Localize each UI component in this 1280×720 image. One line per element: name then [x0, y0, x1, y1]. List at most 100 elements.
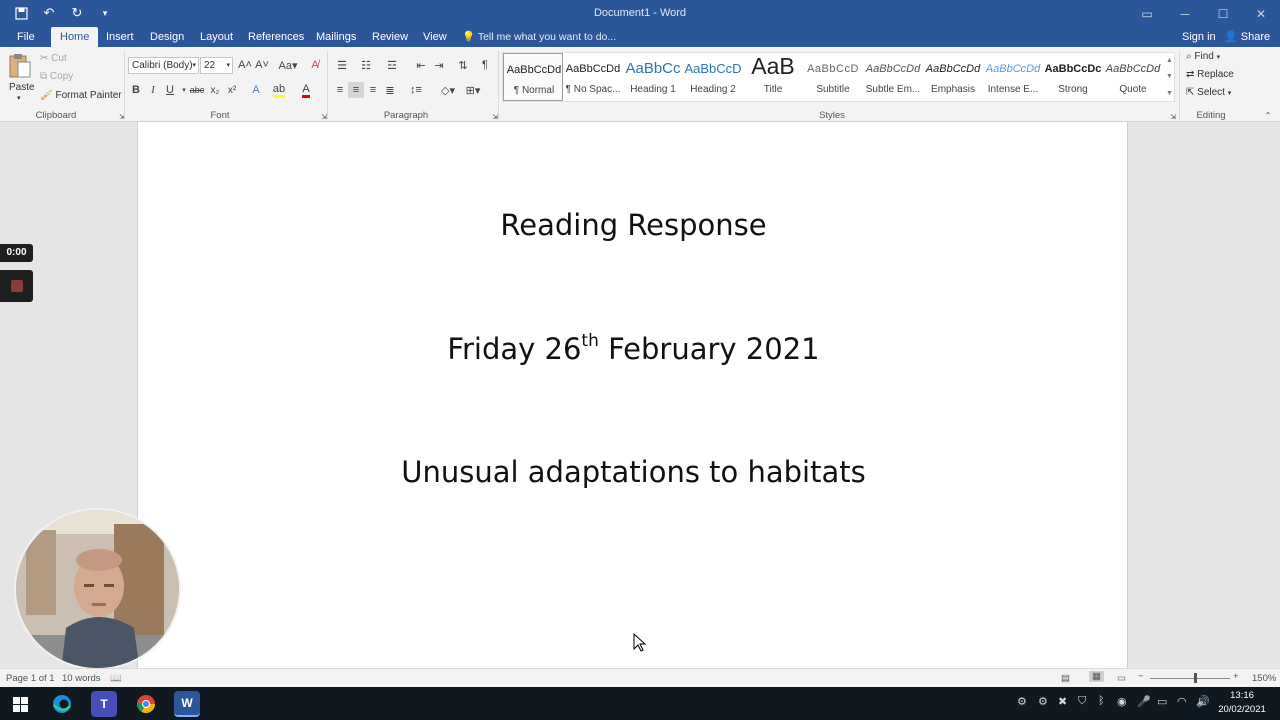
- style-quote[interactable]: AaBbCcDd Quote: [1103, 53, 1163, 101]
- style-subtitle[interactable]: AaBbCcD Subtitle: [803, 53, 863, 101]
- text-effects-icon[interactable]: A: [248, 82, 264, 98]
- bullets-icon[interactable]: ☰: [332, 57, 352, 73]
- tab-review[interactable]: Review: [363, 27, 417, 47]
- tab-design[interactable]: Design: [141, 27, 193, 47]
- sign-in-link[interactable]: Sign in: [1182, 27, 1216, 47]
- heading-reading-response[interactable]: Reading Response: [138, 208, 1129, 242]
- sort-icon[interactable]: ⇅: [455, 57, 471, 73]
- battery-icon[interactable]: ▭: [1157, 695, 1167, 708]
- zoom-level[interactable]: 150%: [1252, 673, 1276, 684]
- decrease-indent-icon[interactable]: ⇤: [413, 57, 429, 73]
- tab-insert[interactable]: Insert: [97, 27, 143, 47]
- superscript-icon[interactable]: x²: [224, 82, 240, 98]
- bluetooth-icon[interactable]: ᛒ: [1098, 695, 1105, 707]
- defender-tray-icon[interactable]: ⛉: [1078, 695, 1086, 708]
- select-button[interactable]: ⇱ Select ▾: [1186, 87, 1231, 98]
- align-right-icon[interactable]: ≡: [365, 82, 381, 98]
- align-left-icon[interactable]: ≡: [332, 82, 348, 98]
- teams-icon[interactable]: T: [91, 691, 117, 717]
- volume-icon[interactable]: 🔊: [1196, 695, 1210, 708]
- style-title[interactable]: AaB Title: [743, 53, 803, 101]
- tell-me-search[interactable]: 💡 Tell me what you want to do...: [462, 27, 616, 47]
- chevron-down-icon[interactable]: ▼: [1166, 73, 1173, 80]
- highlight-icon[interactable]: ab: [271, 82, 287, 98]
- style-normal[interactable]: AaBbCcDd ¶ Normal: [503, 53, 563, 101]
- wifi-icon[interactable]: ◠: [1177, 695, 1187, 708]
- app-tray-icon[interactable]: ✖: [1058, 695, 1067, 708]
- multilevel-list-icon[interactable]: ☲: [382, 57, 402, 73]
- chrome-icon[interactable]: [133, 691, 159, 717]
- zoom-slider[interactable]: [1150, 678, 1230, 679]
- page-count[interactable]: Page 1 of 1: [6, 673, 55, 684]
- tab-mailings[interactable]: Mailings: [307, 27, 365, 47]
- ribbon-display-icon[interactable]: ▭: [1128, 0, 1166, 27]
- style-no-spacing[interactable]: AaBbCcDd ¶ No Spac...: [563, 53, 623, 101]
- tab-references[interactable]: References: [239, 27, 313, 47]
- document-page[interactable]: Reading Response Friday 26th February 20…: [137, 122, 1128, 668]
- font-color-icon[interactable]: A: [298, 82, 314, 98]
- share-button[interactable]: 👤 Share: [1224, 27, 1270, 47]
- print-layout-icon[interactable]: ▦: [1089, 671, 1104, 682]
- stop-recording-button[interactable]: [0, 270, 33, 302]
- cut-button[interactable]: ✂ Cut: [40, 53, 67, 64]
- style-subtle-emphasis[interactable]: AaBbCcDd Subtle Em...: [863, 53, 923, 101]
- clear-formatting-icon[interactable]: A̸: [307, 57, 323, 73]
- justify-icon[interactable]: ≣: [382, 82, 398, 98]
- tab-view[interactable]: View: [414, 27, 456, 47]
- copy-button[interactable]: ⧉ Copy: [40, 71, 73, 82]
- zoom-out-button[interactable]: −: [1138, 671, 1144, 682]
- minimize-button[interactable]: ─: [1166, 0, 1204, 27]
- style-emphasis[interactable]: AaBbCcDd Emphasis: [923, 53, 983, 101]
- teams-tray-icon[interactable]: ⚙: [1038, 695, 1048, 708]
- topic-line[interactable]: Unusual adaptations to habitats: [138, 455, 1129, 489]
- search-icon: ⌕: [1186, 51, 1192, 62]
- microphone-icon[interactable]: 🎤: [1137, 695, 1151, 708]
- zoom-in-button[interactable]: +: [1233, 671, 1239, 682]
- system-clock[interactable]: 13:16 20/02/2021: [1212, 689, 1272, 717]
- shrink-font-icon[interactable]: A˅: [254, 57, 270, 73]
- chevron-up-icon[interactable]: ▲: [1166, 57, 1173, 64]
- paste-button[interactable]: Paste ▾: [6, 53, 35, 103]
- format-painter-button[interactable]: 🖌 Format Painter: [40, 90, 122, 101]
- find-button[interactable]: ⌕ Find ▾: [1186, 51, 1220, 62]
- increase-indent-icon[interactable]: ⇥: [431, 57, 447, 73]
- font-size-combo[interactable]: 22 ▾: [200, 57, 233, 74]
- style-heading-1[interactable]: AaBbCc Heading 1: [623, 53, 683, 101]
- tab-layout[interactable]: Layout: [191, 27, 242, 47]
- edge-icon[interactable]: [49, 691, 75, 717]
- borders-icon[interactable]: ⊞▾: [463, 82, 483, 98]
- word-icon[interactable]: W: [174, 691, 200, 717]
- maximize-button[interactable]: ☐: [1204, 0, 1242, 27]
- align-center-icon[interactable]: ≡: [348, 82, 364, 98]
- word-count[interactable]: 10 words: [62, 673, 101, 684]
- replace-button[interactable]: ⇄ Replace: [1186, 69, 1234, 80]
- close-button[interactable]: ✕: [1242, 0, 1280, 27]
- more-styles-icon[interactable]: ▼: [1166, 90, 1173, 97]
- read-mode-icon[interactable]: ▤: [1061, 673, 1070, 684]
- tab-home[interactable]: Home: [51, 27, 99, 47]
- shading-icon[interactable]: ◇▾: [438, 82, 458, 98]
- italic-button[interactable]: I: [145, 82, 161, 98]
- numbering-icon[interactable]: ☷: [356, 57, 376, 73]
- font-name-combo[interactable]: Calibri (Body) ▾: [128, 57, 199, 74]
- chat-tray-icon[interactable]: ◉: [1117, 695, 1127, 708]
- settings-tray-icon[interactable]: ⚙: [1017, 695, 1027, 708]
- subscript-icon[interactable]: x₂: [207, 82, 223, 98]
- collapse-ribbon-icon[interactable]: ⌃: [1260, 107, 1276, 123]
- style-intense-emphasis[interactable]: AaBbCcDd Intense E...: [983, 53, 1043, 101]
- strikethrough-icon[interactable]: abc: [189, 82, 205, 98]
- style-strong[interactable]: AaBbCcDc Strong: [1043, 53, 1103, 101]
- proofing-icon[interactable]: 📖: [110, 673, 122, 684]
- line-spacing-icon[interactable]: ↕≡: [406, 82, 426, 98]
- zoom-slider-thumb[interactable]: [1194, 673, 1197, 683]
- date-line[interactable]: Friday 26th February 2021: [138, 331, 1129, 366]
- tab-file[interactable]: File: [8, 27, 44, 47]
- web-layout-icon[interactable]: ▭: [1117, 673, 1126, 684]
- show-formatting-icon[interactable]: ¶: [477, 57, 493, 73]
- style-heading-2[interactable]: AaBbCcD Heading 2: [683, 53, 743, 101]
- bold-button[interactable]: B: [128, 82, 144, 98]
- windows-start-icon[interactable]: [7, 691, 33, 717]
- grow-font-icon[interactable]: A˄: [237, 57, 253, 73]
- styles-scroll[interactable]: ▲ ▼ ▼: [1164, 52, 1175, 102]
- change-case-icon[interactable]: Aa▾: [277, 57, 299, 73]
